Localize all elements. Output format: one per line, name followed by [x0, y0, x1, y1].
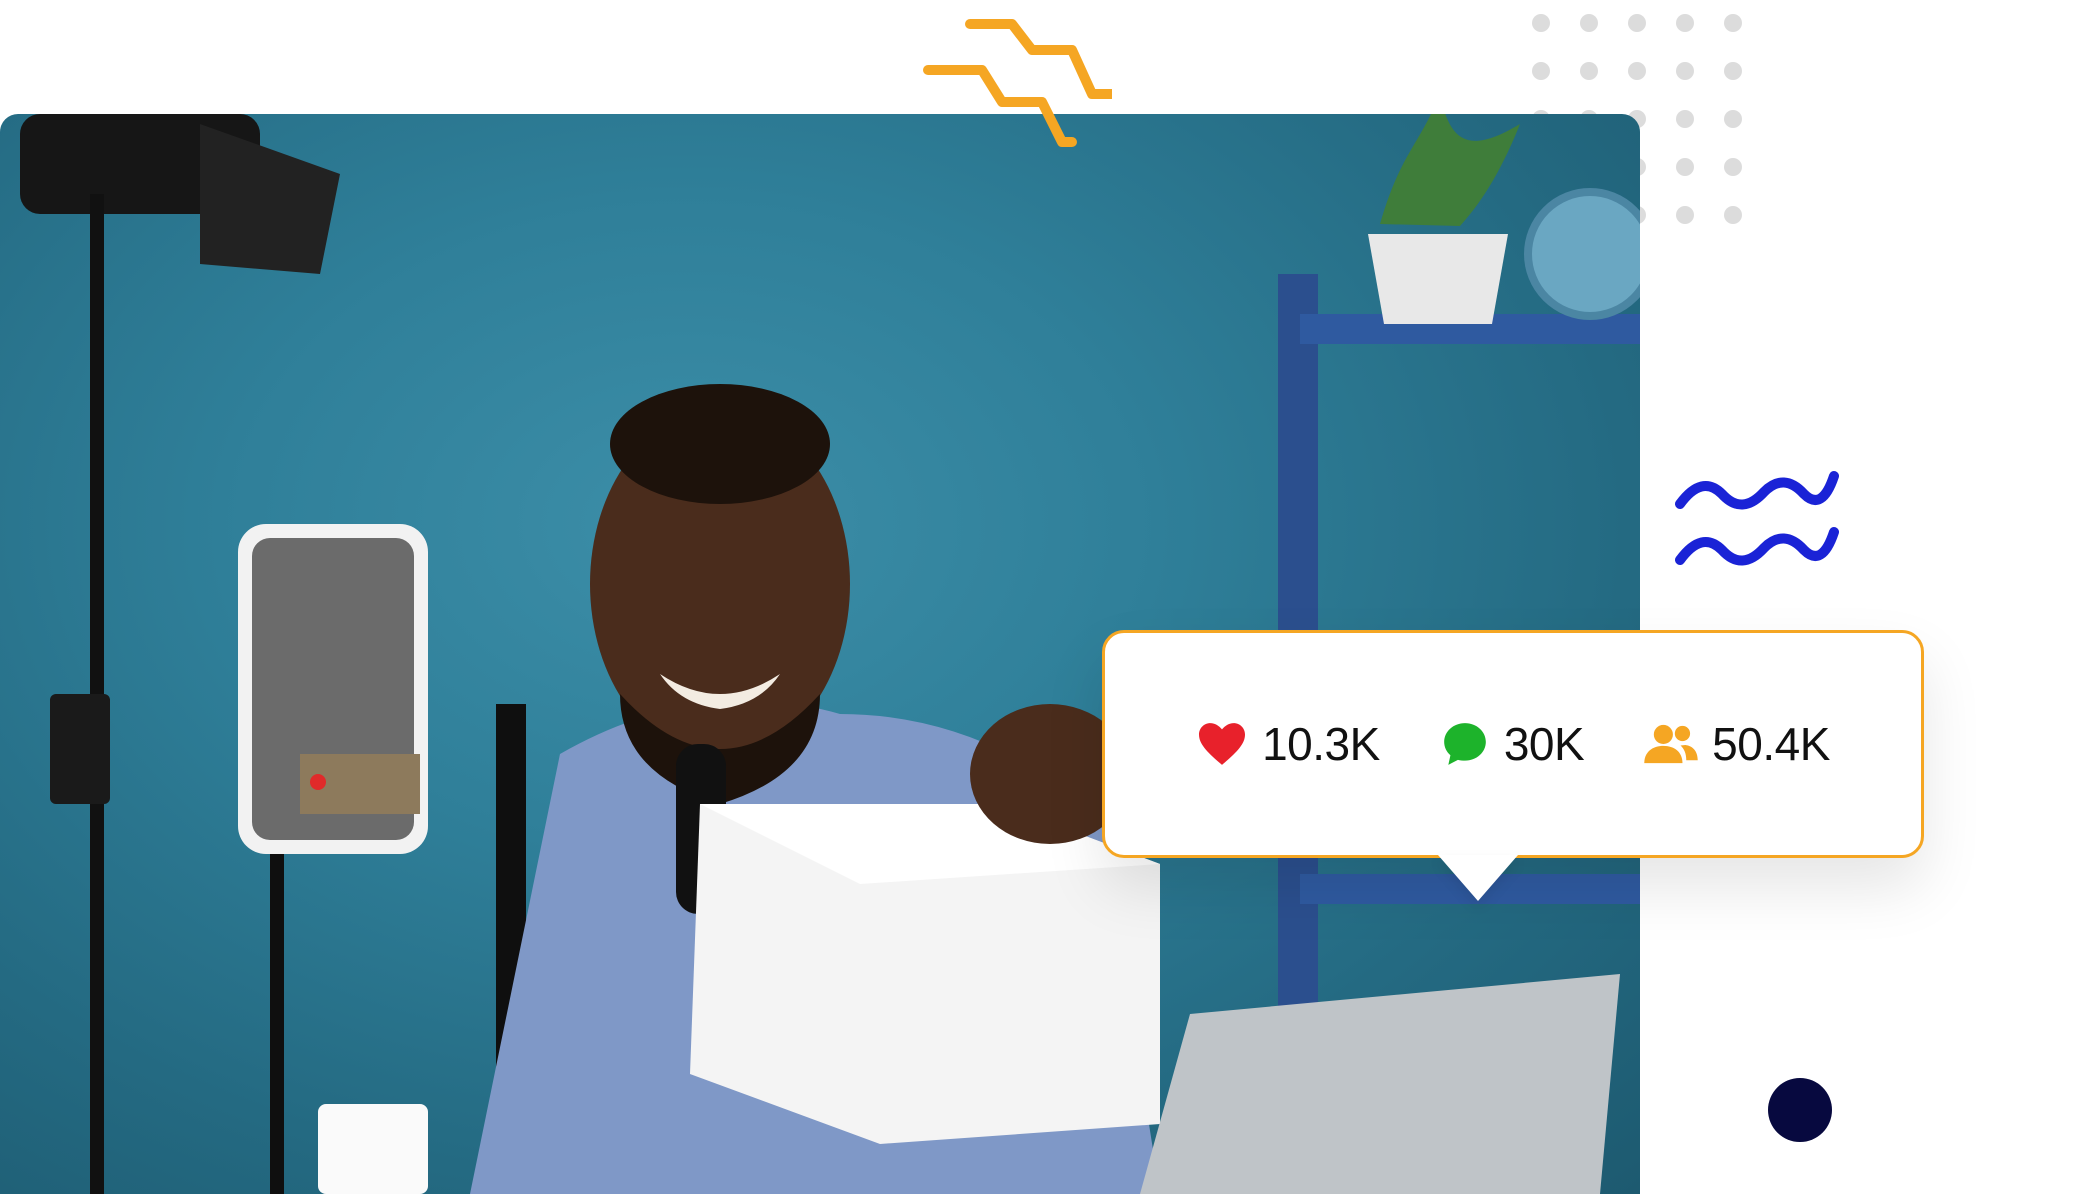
likes-count: 10.3K: [1262, 718, 1380, 770]
heart-icon: [1196, 721, 1248, 767]
orange-squiggle-decoration: [923, 19, 1112, 147]
likes-stat: 10.3K: [1196, 717, 1380, 771]
navy-dot-decoration: [1768, 1078, 1832, 1142]
comments-stat: 30K: [1440, 717, 1585, 771]
comments-count: 30K: [1503, 718, 1585, 770]
users-icon: [1644, 723, 1698, 765]
promo-stage: 10.3K 30K 50.4K: [0, 0, 2091, 1194]
engagement-stats-card: 10.3K 30K 50.4K: [1102, 630, 1924, 858]
followers-stat: 50.4K: [1644, 717, 1830, 771]
followers-count: 50.4K: [1712, 718, 1830, 770]
stats-card-pointer: [1438, 855, 1518, 901]
blue-squiggle-decoration: [1675, 471, 1839, 566]
chat-bubble-icon: [1440, 719, 1490, 769]
